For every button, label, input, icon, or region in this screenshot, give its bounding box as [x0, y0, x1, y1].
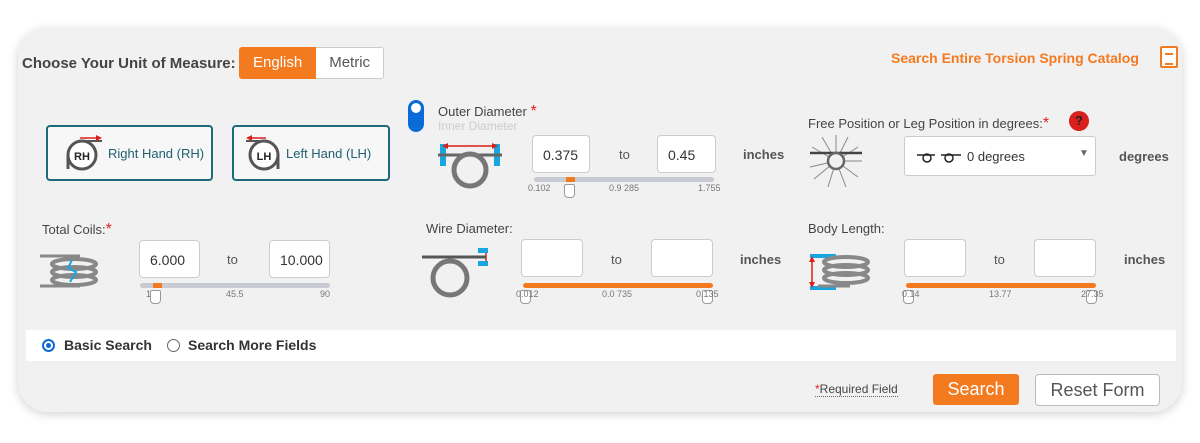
left-hand-button[interactable]: LH Left Hand (LH) — [232, 125, 390, 181]
search-form-card: Choose Your Unit of Measure: English Met… — [18, 28, 1182, 412]
left-hand-spring-icon: LH — [244, 135, 280, 171]
total-coils-min-handle[interactable] — [150, 290, 161, 304]
wire-diameter-to-label: to — [611, 252, 622, 267]
wire-diameter-min-input[interactable] — [521, 239, 583, 277]
right-hand-label: Right Hand (RH) — [108, 145, 205, 161]
body-length-min-input[interactable] — [904, 239, 966, 277]
body-length-tick-mid: 13.77 — [989, 289, 1012, 299]
diameter-type-toggle[interactable] — [408, 100, 424, 132]
total-coils-tick-max: 90 — [320, 289, 331, 299]
required-field-note: *Required Field — [815, 382, 898, 397]
unit-metric-button[interactable]: Metric — [316, 47, 385, 79]
catalog-icon[interactable] — [1160, 46, 1178, 68]
free-position-label: Free Position or Leg Position in degrees… — [808, 115, 1050, 132]
diameter-tick-mid: 0.9 285 — [609, 183, 640, 193]
wire-diameter-tick-mid: 0.0 735 — [602, 289, 633, 299]
wire-diameter-tick-max: 0.135 — [696, 289, 719, 299]
diameter-min-input[interactable]: 0.375 — [532, 135, 590, 173]
body-length-max-input[interactable] — [1034, 239, 1096, 277]
diameter-min-handle[interactable] — [564, 184, 575, 198]
body-length-tick-min: 0.14 — [902, 289, 920, 299]
svg-text:RH: RH — [74, 151, 90, 163]
body-length-label: Body Length: — [808, 221, 885, 236]
body-length-units-label: inches — [1124, 252, 1166, 267]
wire-diameter-label: Wire Diameter: — [426, 221, 513, 236]
diameter-tick-min: 0.102 — [528, 183, 551, 193]
unit-english-button[interactable]: English — [239, 47, 317, 79]
diameter-range-track[interactable] — [534, 177, 714, 182]
basic-search-label[interactable]: Basic Search — [64, 337, 152, 353]
wire-diameter-units-label: inches — [740, 252, 782, 267]
spring-legs-icon — [917, 153, 961, 163]
search-catalog-link[interactable]: Search Entire Torsion Spring Catalog — [891, 50, 1139, 66]
total-coils-max-input[interactable]: 10.000 — [269, 240, 330, 278]
total-coils-min-input[interactable]: 6.000 — [139, 240, 200, 278]
basic-search-radio[interactable] — [42, 339, 55, 352]
diameter-range-selection — [566, 177, 575, 182]
free-position-units-label: degrees — [1119, 149, 1169, 164]
diameter-max-input[interactable]: 0.45 — [657, 135, 716, 173]
wire-diameter-max-input[interactable] — [651, 239, 713, 277]
svg-text:LH: LH — [257, 151, 272, 163]
free-position-value: 0 degrees — [967, 149, 1025, 164]
help-icon[interactable]: ? — [1069, 111, 1089, 131]
unit-label: Choose Your Unit of Measure: — [22, 55, 236, 72]
search-button[interactable]: Search — [933, 374, 1019, 405]
free-position-spring-icon — [808, 133, 864, 194]
diameter-to-label: to — [619, 147, 630, 162]
unit-toggle: English Metric — [239, 47, 385, 79]
body-length-tick-max: 27.35 — [1081, 289, 1104, 299]
wire-diameter-spring-icon — [422, 244, 494, 305]
right-hand-button[interactable]: RH Right Hand (RH) — [46, 125, 213, 181]
diameter-units-label: inches — [743, 147, 785, 162]
search-mode-bar: Basic Search Search More Fields — [26, 330, 1176, 361]
total-coils-tick-min: 1 — [146, 289, 152, 299]
total-coils-range-selection — [153, 283, 162, 288]
body-length-spring-icon — [806, 250, 872, 299]
body-length-range-track[interactable] — [906, 283, 1096, 288]
reset-form-button[interactable]: Reset Form — [1035, 374, 1160, 406]
right-hand-spring-icon: RH — [66, 135, 102, 171]
chevron-down-icon: ▼ — [1079, 148, 1089, 159]
more-fields-radio[interactable] — [167, 339, 180, 352]
wire-diameter-range-track[interactable] — [523, 283, 713, 288]
wire-diameter-tick-min: 0.012 — [516, 289, 539, 299]
body-length-to-label: to — [994, 252, 1005, 267]
free-position-select[interactable]: 0 degrees ▼ — [904, 136, 1096, 176]
left-hand-label: Left Hand (LH) — [286, 145, 372, 161]
inner-diameter-label[interactable]: Inner Diameter — [438, 119, 517, 133]
more-fields-label[interactable]: Search More Fields — [188, 337, 316, 353]
total-coils-range-track[interactable] — [140, 283, 330, 288]
total-coils-tick-mid: 45.5 — [226, 289, 244, 299]
total-coils-spring-icon — [40, 250, 100, 295]
total-coils-to-label: to — [227, 252, 238, 267]
total-coils-label: Total Coils:* — [42, 221, 112, 238]
outer-diameter-spring-icon — [438, 136, 504, 197]
diameter-tick-max: 1.755 — [698, 183, 721, 193]
